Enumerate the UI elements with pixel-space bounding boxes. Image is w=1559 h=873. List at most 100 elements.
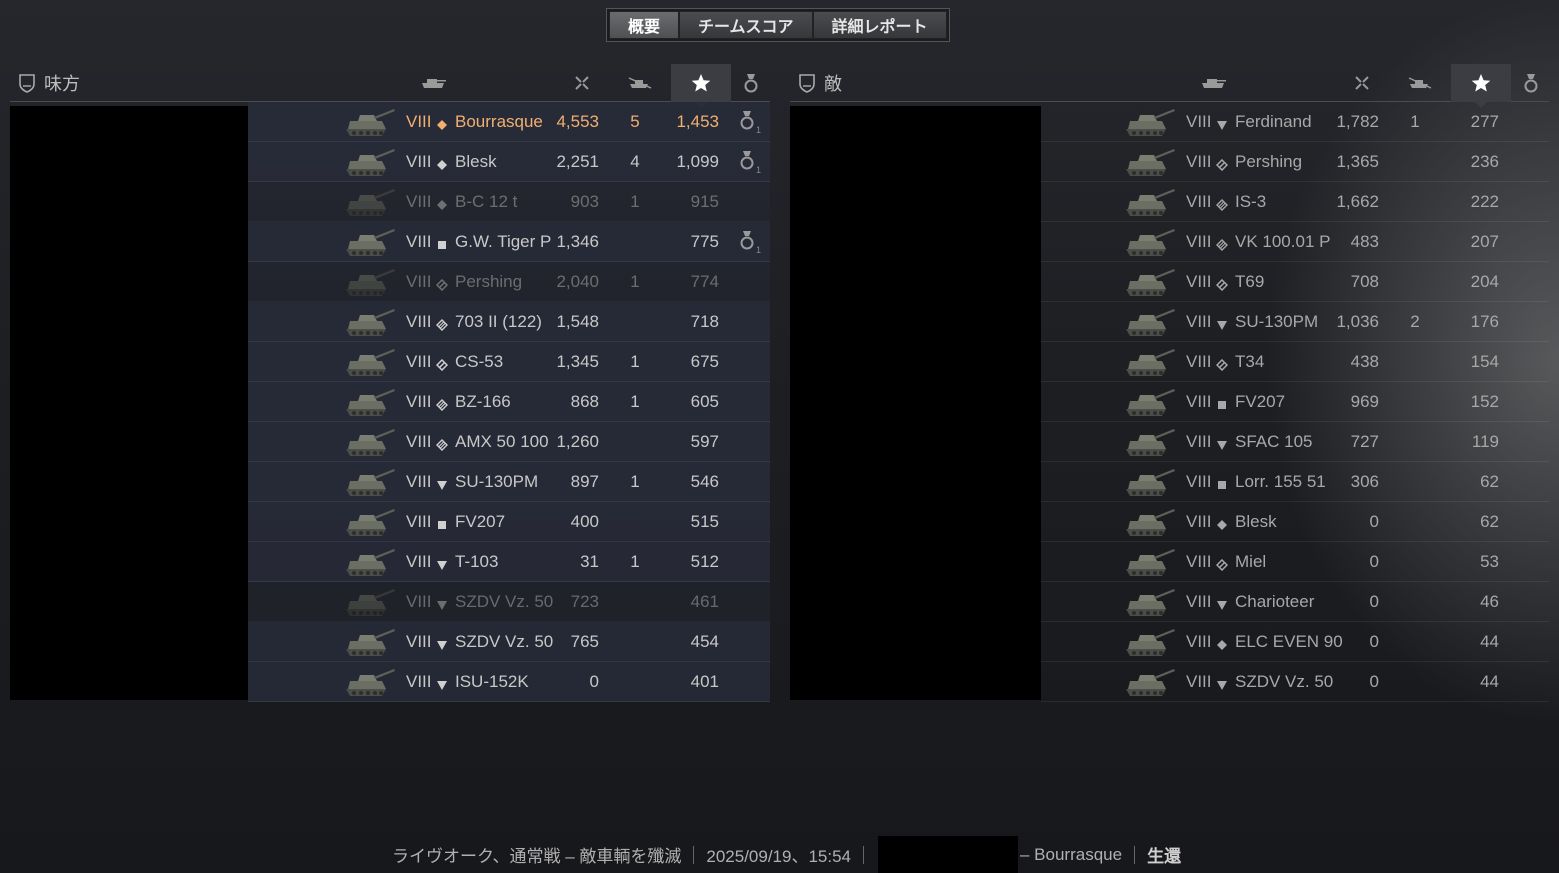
table-row[interactable]: VIII SU-130PM 897 1 546 bbox=[248, 462, 770, 502]
table-row[interactable]: VIII Ferdinand 1,782 1 277 bbox=[1041, 102, 1549, 142]
tab-1[interactable]: チームスコア bbox=[679, 11, 813, 39]
damage-value: 483 bbox=[1350, 231, 1379, 251]
tank-image-icon bbox=[1120, 505, 1178, 539]
damage-value: 4,553 bbox=[556, 111, 599, 131]
table-row[interactable]: VIII T-103 31 1 512 bbox=[248, 542, 770, 582]
tank-image-icon bbox=[1120, 425, 1178, 459]
table-row[interactable]: VIII IS-3 1,662 222 bbox=[1041, 182, 1549, 222]
tank-image-icon bbox=[1120, 305, 1178, 339]
table-row[interactable]: VIII Pershing 2,040 1 774 bbox=[248, 262, 770, 302]
xp-value: 207 bbox=[1470, 231, 1499, 251]
medal-count: 1 bbox=[756, 165, 761, 175]
light-tank-icon bbox=[436, 156, 448, 170]
kills-value: 1 bbox=[1410, 111, 1420, 131]
medal-icon[interactable]: 1 bbox=[739, 109, 763, 135]
damage-value: 438 bbox=[1350, 351, 1379, 371]
kills-column-icon[interactable] bbox=[1408, 72, 1432, 94]
tank-name: CS-53 bbox=[455, 351, 504, 371]
medium-tank-icon bbox=[1215, 156, 1229, 171]
damage-column-icon[interactable] bbox=[1350, 72, 1374, 94]
xp-value: 401 bbox=[690, 671, 719, 691]
table-row[interactable]: VIII Charioteer 0 46 bbox=[1041, 582, 1549, 622]
ally-team-panel: 味方 VIII Bourrasque 4,553 5 1,453 1 VIII Blesk 2,… bbox=[10, 64, 770, 702]
tank-name: IS-3 bbox=[1235, 191, 1267, 211]
tier-label: VIII bbox=[406, 111, 432, 131]
table-row[interactable]: VIII Blesk 0 62 bbox=[1041, 502, 1549, 542]
table-row[interactable]: VIII CS-53 1,345 1 675 bbox=[248, 342, 770, 382]
table-row[interactable]: VIII AMX 50 100 1,260 597 bbox=[248, 422, 770, 462]
table-row[interactable]: VIII SFAC 105 727 119 bbox=[1041, 422, 1549, 462]
kills-column-icon[interactable] bbox=[628, 72, 652, 94]
table-row[interactable]: VIII Bourrasque 4,553 5 1,453 1 bbox=[248, 102, 770, 142]
tier-label: VIII bbox=[1186, 191, 1212, 211]
tier-label: VIII bbox=[406, 151, 432, 171]
xp-value: 152 bbox=[1470, 391, 1499, 411]
kills-value: 2 bbox=[1410, 311, 1420, 331]
tank-name: SFAC 105 bbox=[1235, 431, 1313, 451]
damage-value: 0 bbox=[1369, 551, 1379, 571]
medal-column-icon[interactable] bbox=[1519, 72, 1543, 94]
table-row[interactable]: VIII T34 438 154 bbox=[1041, 342, 1549, 382]
table-row[interactable]: VIII T69 708 204 bbox=[1041, 262, 1549, 302]
medal-count: 1 bbox=[756, 245, 761, 255]
damage-value: 708 bbox=[1350, 271, 1379, 291]
damage-value: 1,782 bbox=[1336, 111, 1379, 131]
damage-column-icon[interactable] bbox=[570, 72, 594, 94]
xp-value: 1,099 bbox=[676, 151, 719, 171]
table-row[interactable]: VIII Pershing 1,365 236 bbox=[1041, 142, 1549, 182]
tab-2[interactable]: 詳細レポート bbox=[812, 11, 947, 39]
medal-icon[interactable]: 1 bbox=[739, 229, 763, 255]
table-row[interactable]: VIII FV207 969 152 bbox=[1041, 382, 1549, 422]
table-row[interactable]: VIII Miel 0 53 bbox=[1041, 542, 1549, 582]
table-row[interactable]: VIII SZDV Vz. 50 765 454 bbox=[248, 622, 770, 662]
tab-0[interactable]: 概要 bbox=[609, 11, 680, 39]
tank-destroyer-icon bbox=[436, 596, 448, 610]
tank-image-icon bbox=[340, 425, 398, 459]
table-row[interactable]: VIII G.W. Tiger P 1,346 775 1 bbox=[248, 222, 770, 262]
tank-destroyer-icon bbox=[1216, 676, 1228, 690]
table-row[interactable]: VIII ISU-152K 0 401 bbox=[248, 662, 770, 702]
tank-name: FV207 bbox=[455, 511, 506, 531]
tank-image-icon bbox=[340, 305, 398, 339]
xp-column-header[interactable] bbox=[671, 64, 731, 108]
table-row[interactable]: VIII 703 II (122) 1,548 718 bbox=[248, 302, 770, 342]
table-row[interactable]: VIII Blesk 2,251 4 1,099 1 bbox=[248, 142, 770, 182]
tier-label: VIII bbox=[1186, 231, 1212, 251]
medal-column-icon[interactable] bbox=[739, 72, 763, 94]
table-row[interactable]: VIII SZDV Vz. 50 723 461 bbox=[248, 582, 770, 622]
kills-value: 1 bbox=[630, 191, 640, 211]
table-row[interactable]: VIII B-C 12 t 903 1 915 bbox=[248, 182, 770, 222]
medal-icon[interactable]: 1 bbox=[739, 149, 763, 175]
xp-value: 236 bbox=[1470, 151, 1499, 171]
table-row[interactable]: VIII ELC EVEN 90 0 44 bbox=[1041, 622, 1549, 662]
vehicle-column-icon[interactable] bbox=[418, 72, 448, 94]
damage-value: 400 bbox=[570, 511, 599, 531]
xp-value: 515 bbox=[690, 511, 719, 531]
xp-value: 454 bbox=[690, 631, 719, 651]
tank-name: BZ-166 bbox=[455, 391, 511, 411]
table-row[interactable]: VIII FV207 400 515 bbox=[248, 502, 770, 542]
table-row[interactable]: VIII Lorr. 155 51 306 62 bbox=[1041, 462, 1549, 502]
tank-destroyer-icon bbox=[436, 676, 448, 690]
damage-value: 868 bbox=[570, 391, 599, 411]
table-row[interactable]: VIII SZDV Vz. 50 0 44 bbox=[1041, 662, 1549, 702]
xp-value: 915 bbox=[690, 191, 719, 211]
medium-tank-icon bbox=[435, 356, 449, 371]
battle-footer: ライヴオーク、通常戦 – 敵車輌を殲滅 2025/09/19、15:54 – B… bbox=[392, 836, 1181, 873]
tank-name: SU-130PM bbox=[455, 471, 539, 491]
heavy-tank-icon bbox=[436, 436, 448, 451]
ally-team-header: 味方 bbox=[10, 64, 770, 108]
table-row[interactable]: VIII BZ-166 868 1 605 bbox=[248, 382, 770, 422]
vehicle-name: – Bourrasque bbox=[1020, 844, 1123, 864]
xp-value: 512 bbox=[690, 551, 719, 571]
table-row[interactable]: VIII VK 100.01 P 483 207 bbox=[1041, 222, 1549, 262]
xp-value: 62 bbox=[1480, 511, 1499, 531]
tier-label: VIII bbox=[406, 631, 432, 651]
xp-column-header[interactable] bbox=[1451, 64, 1511, 108]
tier-label: VIII bbox=[406, 591, 432, 611]
shield-icon bbox=[19, 73, 35, 93]
vehicle-column-icon[interactable] bbox=[1198, 72, 1228, 94]
divider bbox=[1134, 845, 1136, 864]
table-row[interactable]: VIII SU-130PM 1,036 2 176 bbox=[1041, 302, 1549, 342]
artillery-icon bbox=[436, 516, 448, 529]
